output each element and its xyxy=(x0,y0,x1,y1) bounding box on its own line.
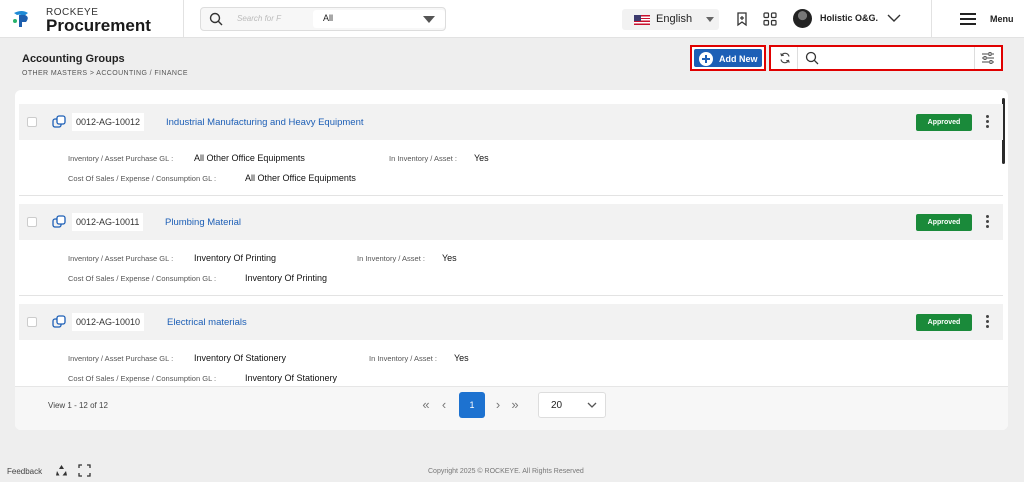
page-title: Accounting Groups xyxy=(22,53,125,65)
purchase-gl-value: Inventory Of Stationery xyxy=(194,353,287,363)
purchase-gl-label: Inventory / Asset Purchase GL : xyxy=(68,254,174,263)
cost-gl-value: Inventory Of Stationery xyxy=(245,373,338,383)
page-size-value: 20 xyxy=(551,400,563,411)
search-icon[interactable] xyxy=(805,51,819,65)
cost-gl-label: Cost Of Sales / Expense / Consumption GL… xyxy=(68,274,217,283)
in-inventory-value: Yes xyxy=(454,353,469,363)
global-search: Search for F All xyxy=(200,7,446,31)
last-page-icon[interactable]: » xyxy=(509,397,521,413)
group-code: 0012-AG-10012 xyxy=(72,113,145,131)
group-name-link[interactable]: Plumbing Material xyxy=(165,217,241,228)
copy-icon[interactable] xyxy=(52,115,66,129)
status-badge: Approved xyxy=(916,314,972,331)
brand-name: Procurement xyxy=(46,16,151,35)
in-inventory-label: In Inventory / Asset : xyxy=(357,254,425,263)
copy-icon[interactable] xyxy=(52,315,66,329)
purchase-gl-label: Inventory / Asset Purchase GL : xyxy=(68,354,174,363)
copyright-text: Copyright 2025 © ROCKEYE. All Rights Res… xyxy=(428,468,584,475)
in-inventory-value: Yes xyxy=(442,253,457,263)
add-new-button-body[interactable]: Add New xyxy=(694,49,762,67)
prev-page-icon[interactable]: ‹ xyxy=(438,397,450,413)
list-toolbar xyxy=(769,45,1003,71)
divider xyxy=(19,295,1003,296)
apps-grid-icon[interactable] xyxy=(762,11,778,27)
list-item: 0012-AG-10012 Industrial Manufacturing a… xyxy=(19,104,1003,196)
row-checkbox[interactable] xyxy=(27,217,37,227)
rockeye-logo-icon[interactable] xyxy=(10,7,34,31)
row-checkbox[interactable] xyxy=(27,317,37,327)
chevron-down-icon xyxy=(587,402,597,408)
cost-gl-value: Inventory Of Printing xyxy=(245,273,328,283)
search-icon[interactable] xyxy=(209,12,223,26)
list-item-header: 0012-AG-10011 Plumbing Material Approved xyxy=(19,204,1003,240)
divider xyxy=(931,0,932,38)
refresh-button[interactable] xyxy=(771,47,798,69)
breadcrumb[interactable]: OTHER MASTERS > ACCOUNTING / FINANCE xyxy=(22,70,188,77)
list-search-input[interactable] xyxy=(825,49,971,67)
caret-down-icon xyxy=(706,17,714,22)
divider xyxy=(183,0,184,38)
refresh-icon xyxy=(780,52,790,64)
in-inventory-label: In Inventory / Asset : xyxy=(369,354,437,363)
us-flag-icon xyxy=(634,15,650,25)
caret-down-icon xyxy=(423,16,435,23)
search-scope-select[interactable]: All xyxy=(313,10,445,28)
more-options-icon[interactable] xyxy=(986,115,990,129)
pagination-bar: View 1 - 12 of 12 « ‹ 1 › » 20 xyxy=(15,386,1008,430)
more-options-icon[interactable] xyxy=(986,315,990,329)
view-count: View 1 - 12 of 12 xyxy=(48,401,108,410)
bookmark-icon[interactable] xyxy=(734,11,750,27)
page-number-button[interactable]: 1 xyxy=(459,392,485,418)
in-inventory-label: In Inventory / Asset : xyxy=(389,154,457,163)
purchase-gl-value: All Other Office Equipments xyxy=(194,153,305,163)
in-inventory-value: Yes xyxy=(474,153,489,163)
page-size-select[interactable]: 20 xyxy=(538,392,606,418)
plus-circle-icon xyxy=(699,52,713,66)
status-badge: Approved xyxy=(916,114,972,131)
add-new-label: Add New xyxy=(719,54,758,64)
purchase-gl-value: Inventory Of Printing xyxy=(194,253,277,263)
more-options-icon[interactable] xyxy=(986,215,990,229)
next-page-icon[interactable]: › xyxy=(492,397,504,413)
group-code: 0012-AG-10011 xyxy=(72,213,144,231)
user-avatar[interactable] xyxy=(793,9,812,28)
language-select[interactable]: English xyxy=(622,9,719,30)
list-item-header: 0012-AG-10012 Industrial Manufacturing a… xyxy=(19,104,1003,140)
hamburger-menu-icon[interactable] xyxy=(960,13,976,25)
group-code: 0012-AG-10010 xyxy=(72,313,145,331)
recycle-icon[interactable] xyxy=(55,464,68,477)
divider xyxy=(19,195,1003,196)
top-bar: ROCKEYE Procurement Search for F All Eng… xyxy=(0,0,1024,38)
accounting-groups-list: 0012-AG-10012 Industrial Manufacturing a… xyxy=(15,90,1008,430)
list-item: 0012-AG-10010 Electrical materials Appro… xyxy=(19,304,1003,396)
group-name-link[interactable]: Electrical materials xyxy=(167,317,247,328)
search-input[interactable]: Search for F xyxy=(237,14,281,23)
menu-button[interactable]: Menu xyxy=(990,14,1014,24)
add-new-button[interactable]: Add New xyxy=(690,45,766,71)
first-page-icon[interactable]: « xyxy=(420,397,432,413)
language-label: English xyxy=(656,13,693,25)
status-badge: Approved xyxy=(916,214,972,231)
cost-gl-value: All Other Office Equipments xyxy=(245,173,356,183)
cost-gl-label: Cost Of Sales / Expense / Consumption GL… xyxy=(68,374,217,383)
group-name-link[interactable]: Industrial Manufacturing and Heavy Equip… xyxy=(166,117,364,128)
list-item: 0012-AG-10011 Plumbing Material Approved… xyxy=(19,204,1003,296)
fullscreen-icon[interactable] xyxy=(78,464,91,477)
copy-icon[interactable] xyxy=(52,215,66,229)
purchase-gl-label: Inventory / Asset Purchase GL : xyxy=(68,154,174,163)
search-scope-value: All xyxy=(323,13,334,23)
cost-gl-label: Cost Of Sales / Expense / Consumption GL… xyxy=(68,174,217,183)
feedback-link[interactable]: Feedback xyxy=(7,467,42,476)
list-item-header: 0012-AG-10010 Electrical materials Appro… xyxy=(19,304,1003,340)
filter-button[interactable] xyxy=(974,47,1001,69)
sliders-icon xyxy=(982,52,994,64)
user-name[interactable]: Holistic O&G. xyxy=(820,13,878,23)
chevron-down-icon[interactable] xyxy=(887,13,901,23)
row-checkbox[interactable] xyxy=(27,117,37,127)
